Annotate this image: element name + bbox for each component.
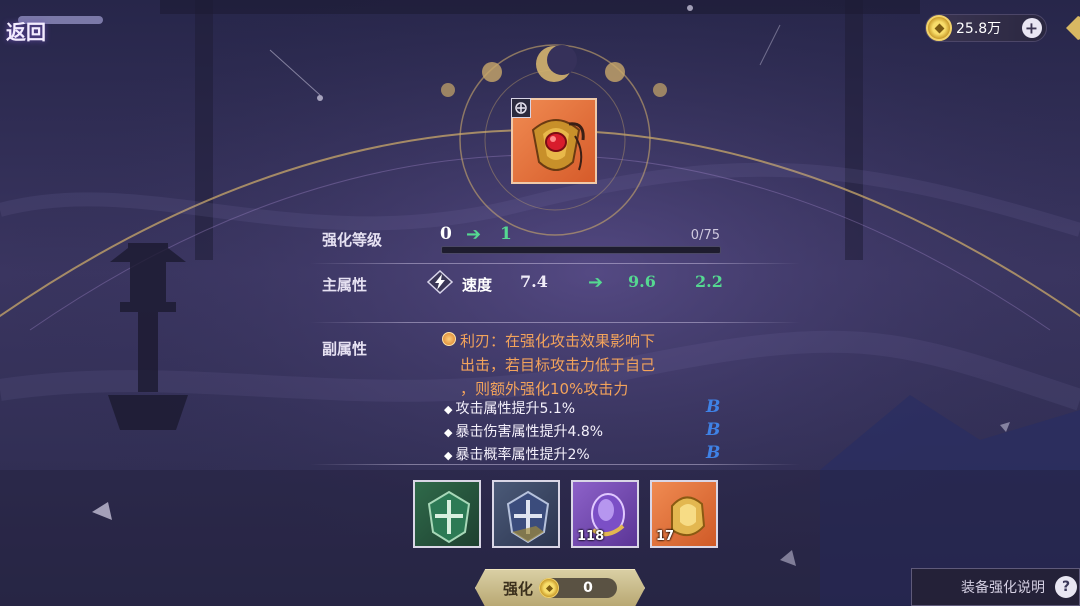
main-attribute-delta: 2.2 [695,272,723,291]
sub-attribute-label: 副属性 [322,340,368,358]
material-slot-green-shield[interactable] [413,480,481,548]
divider [310,464,800,465]
back-label: 返回 [6,19,46,44]
material-slot-blue-shield[interactable] [492,480,560,548]
grade-badge: B [706,397,721,417]
skill-description: 利刃：在强化攻击效果影响下 出击，若目标攻击力低于自己 ，则额外强化10%攻击力 [460,329,655,401]
arrow-right-icon: ➔ [588,272,604,293]
material-count: 118 [577,529,605,544]
sub-attribute-text: 攻击属性提升5.1% [455,401,576,417]
bullet-arrow-icon: ◆ [444,426,453,439]
material-slot-purple-gem[interactable]: 118 [571,480,639,548]
enhance-help-button[interactable]: 装备强化说明 ? [911,568,1080,606]
enhance-level-from: 0 [440,224,452,244]
set-badge-glyph [515,102,527,114]
material-count: 17 [656,529,675,544]
main-attribute-name: 速度 [462,276,493,294]
bullet-arrow-icon: ◆ [444,449,453,462]
sub-attribute-text: 暴击伤害属性提升4.8% [455,424,604,440]
divider [310,322,800,323]
green-shield-icon [427,490,471,544]
enhance-cost: 0 [539,578,617,598]
currency-display: 25.8万 + [925,13,1047,43]
sub-attribute-text: 暴击概率属性提升2% [455,447,590,463]
grade-badge: B [706,420,721,440]
set-badge-icon [511,98,531,118]
bullet-arrow-icon: ◆ [444,403,453,416]
blue-shield-icon [506,490,550,544]
main-attribute-from: 7.4 [520,272,548,291]
enhance-progress-bar [441,246,721,254]
main-attribute-label: 主属性 [322,276,368,294]
enhance-help-text: 装备强化说明 [961,580,1045,596]
speed-icon [427,270,453,294]
enhance-level-to: 1 [500,224,512,244]
coin-icon [926,15,952,41]
enhance-progress-text: 0/75 [690,228,720,243]
coin-icon [539,578,559,598]
question-icon: ? [1055,576,1077,598]
plus-icon: + [1025,18,1039,38]
skill-line: 出击，若目标攻击力低于自己 [460,356,656,374]
enhance-cost-value: 0 [583,580,593,596]
grade-badge: B [706,443,721,463]
skill-icon [442,332,456,346]
divider [310,263,800,264]
add-currency-button[interactable]: + [1017,13,1047,43]
main-attribute-to: 9.6 [628,272,656,291]
sub-attribute-item: ◆ 暴击伤害属性提升4.8% [444,421,603,441]
enhance-button-label: 强化 [502,579,533,598]
currency-amount: 25.8万 [956,21,1002,37]
material-slot-gold-ore[interactable]: 17 [650,480,718,548]
sub-attribute-item: ◆ 暴击概率属性提升2% [444,444,590,464]
enhance-button[interactable]: 强化 0 [475,569,645,606]
arrow-right-icon: ➔ [466,224,482,245]
back-button[interactable]: 返回 [0,12,52,48]
enhance-level-label: 强化等级 [322,231,383,249]
skill-line: 利刃：在强化攻击效果影响下 [460,332,656,350]
sub-attribute-item: ◆ 攻击属性提升5.1% [444,398,575,418]
